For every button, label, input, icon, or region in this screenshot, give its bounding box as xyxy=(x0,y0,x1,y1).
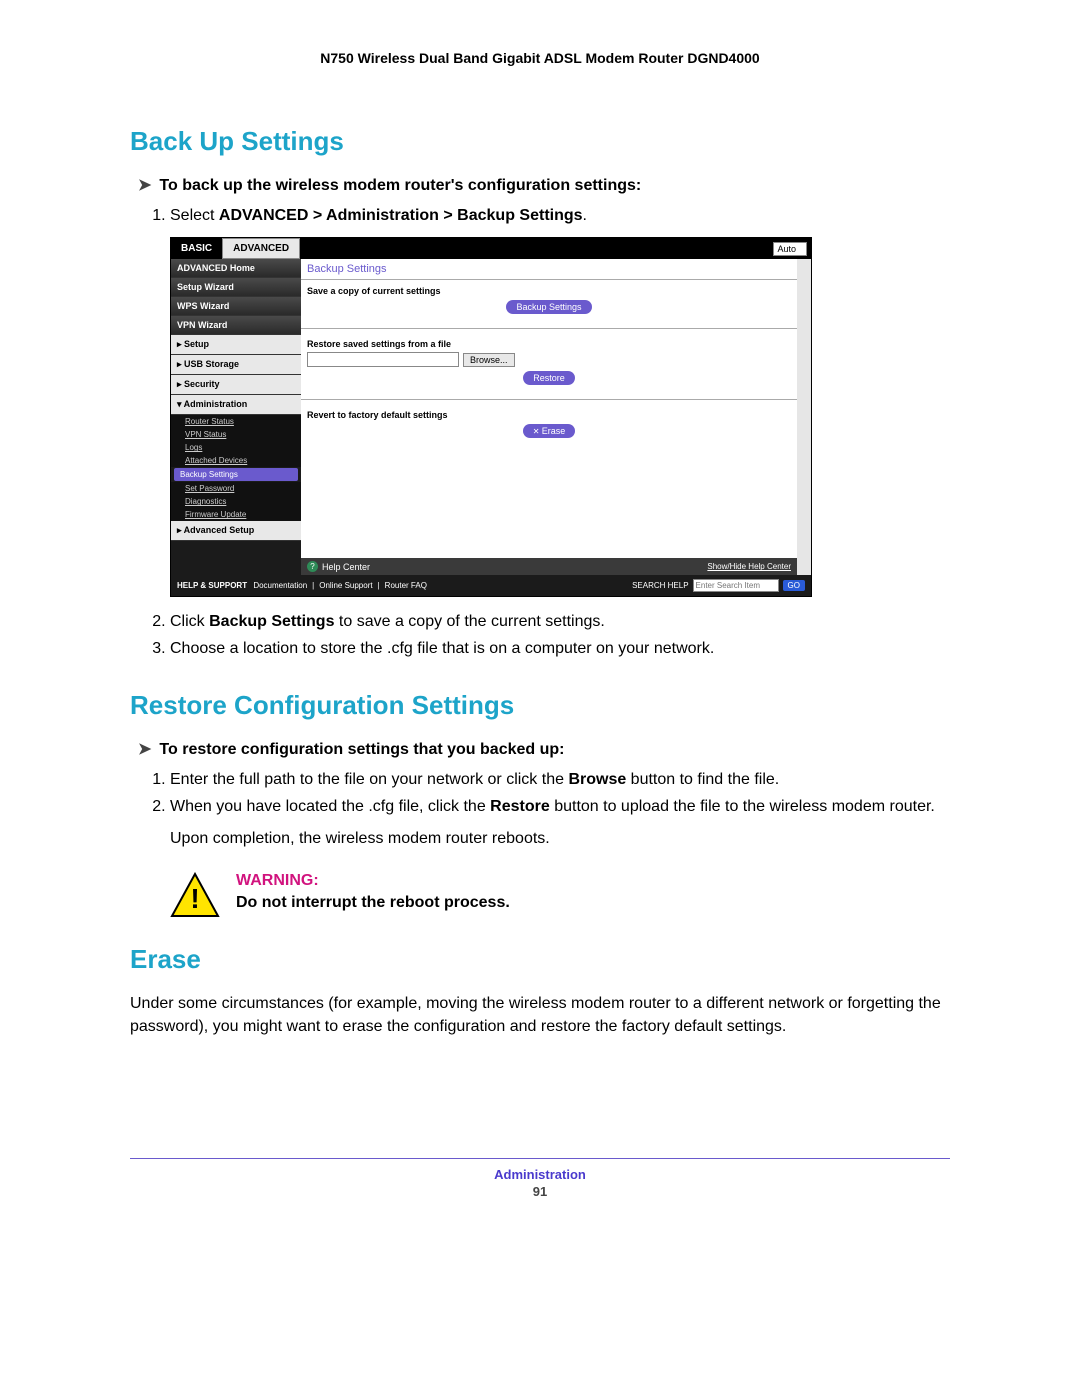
sidebar-item-security[interactable]: ▸ Security xyxy=(171,375,301,395)
divider xyxy=(301,328,797,329)
content-title: Backup Settings xyxy=(301,259,797,280)
restore-procedure-intro: ➤ To restore configuration settings that … xyxy=(138,739,950,759)
sidebar-item-adv-home[interactable]: ADVANCED Home xyxy=(171,259,301,278)
backup-intro-text: To back up the wireless modem router's c… xyxy=(159,177,641,194)
t: When you have located the .cfg file, cli… xyxy=(170,798,490,815)
tab-basic[interactable]: BASIC xyxy=(171,239,222,258)
t: Select xyxy=(170,207,219,224)
backup-procedure-intro: ➤ To back up the wireless modem router's … xyxy=(138,175,950,195)
t: ADVANCED > Administration > Backup Setti… xyxy=(219,207,583,224)
t: Backup Settings xyxy=(209,613,334,630)
sidebar-item-setup[interactable]: ▸ Setup xyxy=(171,335,301,355)
sidebar-sub-diag[interactable]: Diagnostics xyxy=(171,495,301,508)
restore-steps: Enter the full path to the file on your … xyxy=(170,769,950,818)
search-help-input[interactable] xyxy=(693,579,779,592)
heading-backup: Back Up Settings xyxy=(130,126,950,157)
revert-label: Revert to factory default settings xyxy=(307,410,791,420)
help-center-bar[interactable]: ? Help Center Show/Hide Help Center xyxy=(301,558,797,575)
svg-text:!: ! xyxy=(190,883,199,914)
sidebar-item-wps-wizard[interactable]: WPS Wizard xyxy=(171,297,301,316)
erase-button[interactable]: Erase xyxy=(523,424,575,438)
help-center-label: Help Center xyxy=(322,562,370,572)
hs-faq-link[interactable]: Router FAQ xyxy=(385,581,427,590)
hs-label: HELP & SUPPORT xyxy=(177,581,247,590)
t: Browse xyxy=(568,771,626,788)
sidebar-sub-vpn-status[interactable]: VPN Status xyxy=(171,428,301,441)
t: button to upload the file to the wireles… xyxy=(550,798,935,815)
browse-button[interactable]: Browse... xyxy=(463,353,515,367)
sidebar-item-adv-setup[interactable]: ▸ Advanced Setup xyxy=(171,521,301,541)
footer-page-number: 91 xyxy=(130,1184,950,1199)
language-select[interactable]: Auto xyxy=(773,242,807,256)
warning-text: Do not interrupt the reboot process. xyxy=(236,894,510,912)
t: Enter the full path to the file on your … xyxy=(170,771,568,788)
restore-button[interactable]: Restore xyxy=(523,371,575,385)
t: button to find the file. xyxy=(626,771,779,788)
t: Click xyxy=(170,613,209,630)
warning-icon: ! xyxy=(170,872,220,918)
content-area: Backup Settings Save a copy of current s… xyxy=(301,259,811,575)
sidebar-sub-logs[interactable]: Logs xyxy=(171,441,301,454)
sidebar-item-vpn-wizard[interactable]: VPN Wizard xyxy=(171,316,301,335)
hs-online-link[interactable]: Online Support xyxy=(319,581,372,590)
search-help-label: SEARCH HELP xyxy=(632,581,688,590)
shot-body: ADVANCED Home Setup Wizard WPS Wizard VP… xyxy=(171,259,811,575)
hs-doc-link[interactable]: Documentation xyxy=(253,581,307,590)
restore-completion-para: Upon completion, the wireless modem rout… xyxy=(170,828,950,850)
router-ui-screenshot: BASIC ADVANCED Auto ADVANCED Home Setup … xyxy=(170,237,812,597)
sidebar-sub-setpw[interactable]: Set Password xyxy=(171,482,301,495)
sidebar-item-admin[interactable]: ▾ Administration xyxy=(171,395,301,415)
t: Restore xyxy=(490,798,550,815)
sidebar-item-setup-wizard[interactable]: Setup Wizard xyxy=(171,278,301,297)
footer-section-label: Administration xyxy=(130,1167,950,1182)
section-revert: Revert to factory default settings Erase xyxy=(301,404,797,448)
backup-steps: Select ADVANCED > Administration > Backu… xyxy=(170,205,950,227)
t: to save a copy of the current settings. xyxy=(334,613,604,630)
help-support-bar: HELP & SUPPORT Documentation| Online Sup… xyxy=(171,575,811,596)
save-label: Save a copy of current settings xyxy=(307,286,791,296)
search-go-button[interactable]: GO xyxy=(783,580,805,591)
arrow-icon: ➤ xyxy=(138,177,151,194)
sidebar-item-usb[interactable]: ▸ USB Storage xyxy=(171,355,301,375)
restore-step-2: When you have located the .cfg file, cli… xyxy=(170,796,950,818)
backup-settings-button[interactable]: Backup Settings xyxy=(506,300,591,314)
restore-file-input[interactable] xyxy=(307,352,459,367)
sidebar-sub-fw[interactable]: Firmware Update xyxy=(171,508,301,521)
backup-step-3: Choose a location to store the .cfg file… xyxy=(170,638,950,660)
tab-bar: BASIC ADVANCED Auto xyxy=(171,238,811,259)
erase-body: Under some circumstances (for example, m… xyxy=(130,993,950,1038)
restore-intro-text: To restore configuration settings that y… xyxy=(159,741,564,758)
backup-step-1: Select ADVANCED > Administration > Backu… xyxy=(170,205,950,227)
tab-advanced[interactable]: ADVANCED xyxy=(222,238,300,259)
heading-erase: Erase xyxy=(130,944,950,975)
help-icon: ? xyxy=(307,561,318,572)
sidebar-sub-router-status[interactable]: Router Status xyxy=(171,415,301,428)
restore-step-1: Enter the full path to the file on your … xyxy=(170,769,950,791)
backup-step-2: Click Backup Settings to save a copy of … xyxy=(170,611,950,633)
sidebar-sub-backup[interactable]: Backup Settings xyxy=(174,468,298,481)
t: . xyxy=(583,207,587,224)
warning-label: WARNING: xyxy=(236,872,510,890)
heading-restore: Restore Configuration Settings xyxy=(130,690,950,721)
sidebar: ADVANCED Home Setup Wizard WPS Wizard VP… xyxy=(171,259,301,575)
page-footer: Administration 91 xyxy=(130,1158,950,1199)
arrow-icon: ➤ xyxy=(138,741,151,758)
backup-steps-cont: Click Backup Settings to save a copy of … xyxy=(170,611,950,660)
divider xyxy=(301,399,797,400)
sidebar-sub-attached[interactable]: Attached Devices xyxy=(171,454,301,467)
showhide-help-link[interactable]: Show/Hide Help Center xyxy=(707,562,791,571)
section-save: Save a copy of current settings Backup S… xyxy=(301,280,797,324)
restore-label: Restore saved settings from a file xyxy=(307,339,791,349)
doc-header: N750 Wireless Dual Band Gigabit ADSL Mod… xyxy=(130,50,950,66)
warning-block: ! WARNING: Do not interrupt the reboot p… xyxy=(170,872,950,918)
section-restore: Restore saved settings from a file Brows… xyxy=(301,333,797,395)
